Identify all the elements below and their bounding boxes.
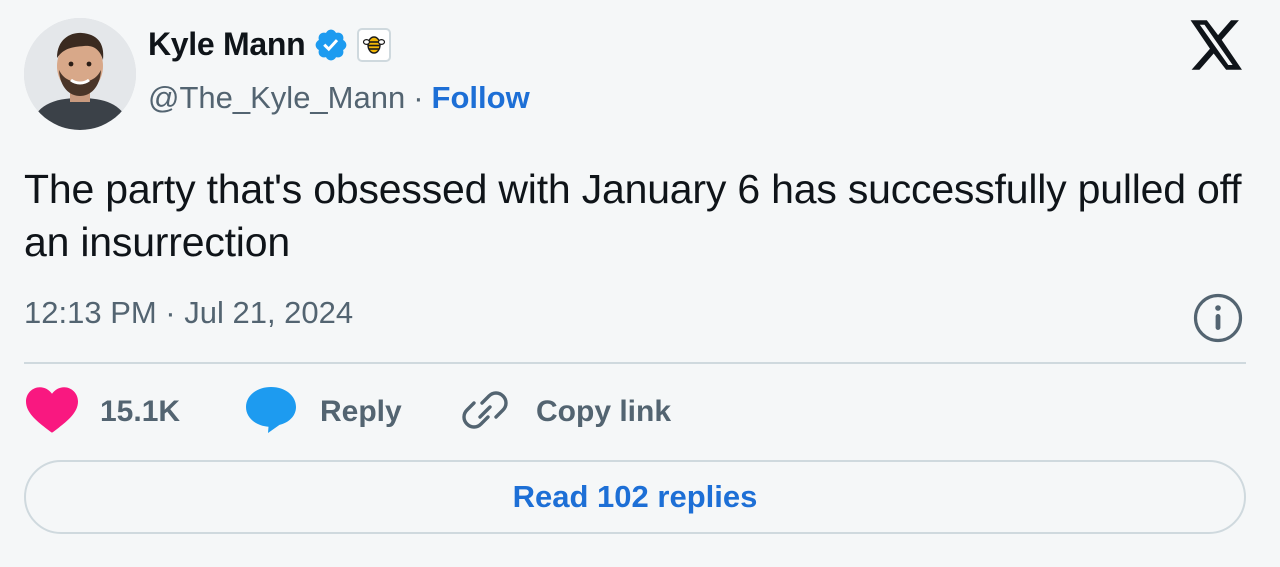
reply-button[interactable]: Reply	[244, 385, 402, 440]
bee-logo-icon[interactable]	[357, 27, 392, 62]
author-name[interactable]: Kyle Mann	[148, 26, 306, 63]
tweet-text: The party that's obsessed with January 6…	[24, 166, 1242, 265]
author-handle[interactable]: @The_Kyle_Mann	[148, 80, 405, 116]
x-logo-icon[interactable]	[1190, 20, 1244, 70]
follow-button[interactable]: Follow	[432, 80, 530, 116]
tweet-timestamp[interactable]: 12:13 PM · Jul 21, 2024	[24, 295, 353, 331]
separator-dot: ·	[413, 80, 424, 115]
copy-link-label: Copy link	[536, 395, 672, 428]
profile-photo-icon	[24, 18, 136, 130]
avatar[interactable]	[24, 18, 136, 130]
reply-bubble-icon	[244, 385, 298, 440]
read-replies-label: Read 102 replies	[512, 479, 758, 514]
author-name-row: Kyle Mann	[148, 26, 392, 63]
like-count: 15.1K	[100, 395, 181, 428]
copy-link-button[interactable]: Copy link	[458, 387, 671, 437]
tweet-embed-card: Kyle Mann @The_Kyle_Mann · Follow The pa…	[0, 0, 1280, 567]
divider	[24, 362, 1246, 364]
verified-badge-icon	[313, 27, 349, 63]
read-replies-button[interactable]: Read 102 replies	[24, 460, 1246, 534]
author-handle-row: @The_Kyle_Mann · Follow	[148, 80, 530, 116]
reply-label: Reply	[320, 395, 402, 428]
info-icon[interactable]	[1192, 292, 1244, 344]
link-icon	[458, 385, 512, 440]
like-button[interactable]: 15.1K	[26, 386, 181, 438]
heart-icon	[26, 386, 78, 438]
